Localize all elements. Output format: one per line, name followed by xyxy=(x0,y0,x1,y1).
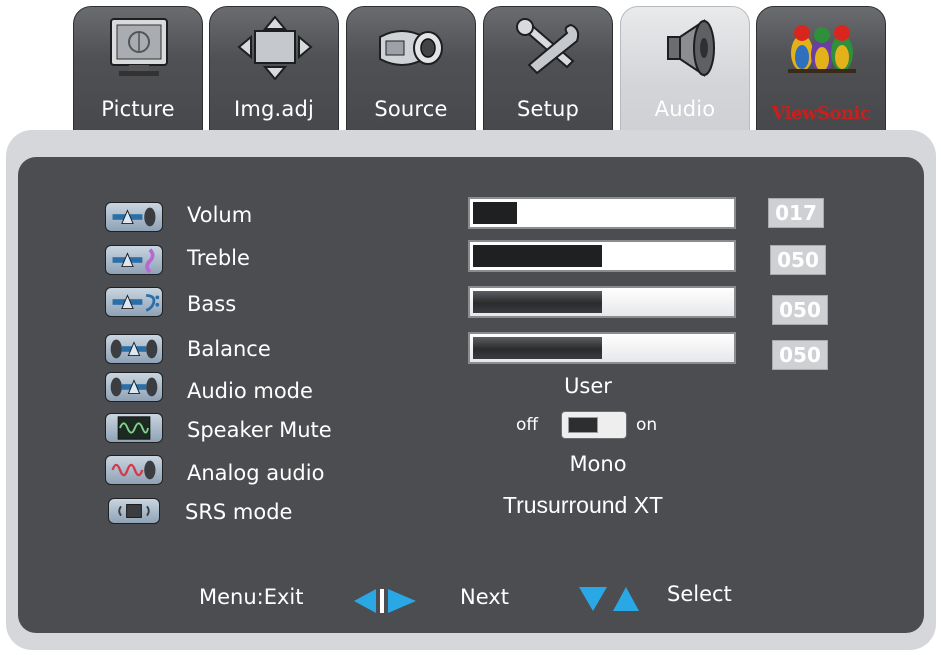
volume-label: Volum xyxy=(187,203,253,227)
balance-label: Balance xyxy=(187,337,271,361)
left-right-arrows-icon xyxy=(354,589,416,613)
volume-value: 017 xyxy=(768,198,824,228)
audio-mode-label: Audio mode xyxy=(187,379,313,403)
speaker-mute-label: Speaker Mute xyxy=(187,418,332,442)
treble-label: Treble xyxy=(187,246,250,270)
cable-plug-icon xyxy=(379,30,443,66)
toggle-knob xyxy=(568,417,598,433)
volume-icon xyxy=(105,202,163,232)
mute-on-label: on xyxy=(636,415,658,435)
bass-icon xyxy=(105,287,163,317)
bass-slider[interactable] xyxy=(468,286,736,318)
balance-slider-fill xyxy=(473,337,602,359)
bass-value: 050 xyxy=(772,295,828,325)
speaker-mute-toggle[interactable] xyxy=(561,411,627,439)
viewsonic-logo-tab: ViewSonic xyxy=(756,6,886,134)
tab-img-adj[interactable]: Img.adj xyxy=(209,6,339,134)
bass-slider-fill xyxy=(473,291,602,313)
tab-setup[interactable]: Setup xyxy=(483,6,613,134)
speaker-icon xyxy=(667,19,715,77)
viewsonic-wordmark: ViewSonic xyxy=(771,103,871,124)
tab-label: Img.adj xyxy=(233,97,315,121)
balance-icon xyxy=(105,334,163,364)
next-hint: Next xyxy=(460,585,509,609)
srs-mode-value[interactable]: Trusurround XT xyxy=(470,492,696,519)
tab-label: Picture xyxy=(101,97,175,121)
tab-label: Source xyxy=(374,97,448,121)
analog-audio-label: Analog audio xyxy=(187,461,325,485)
mute-off-label: off xyxy=(516,415,539,435)
balance-value: 050 xyxy=(772,340,828,370)
analog-audio-icon xyxy=(105,455,163,485)
analog-audio-value[interactable]: Mono xyxy=(500,452,696,476)
tab-source[interactable]: Source xyxy=(346,6,476,134)
monitor-icon xyxy=(110,18,168,76)
volume-slider-fill xyxy=(473,202,517,224)
treble-value: 050 xyxy=(770,245,826,275)
balance-slider[interactable] xyxy=(468,332,736,364)
tab-picture[interactable]: Picture xyxy=(73,6,203,134)
treble-slider[interactable] xyxy=(468,240,736,272)
arrows-move-icon xyxy=(237,15,313,81)
tab-label: Setup xyxy=(516,97,580,121)
tab-audio[interactable]: Audio xyxy=(620,6,750,134)
treble-slider-fill xyxy=(473,245,602,267)
select-hint: Select xyxy=(667,582,732,606)
wrench-tools-icon xyxy=(516,18,580,75)
srs-mode-icon xyxy=(108,498,160,524)
viewsonic-birds-logo xyxy=(788,25,856,73)
bass-label: Bass xyxy=(187,292,237,316)
srs-mode-label: SRS mode xyxy=(185,500,293,524)
speaker-mute-icon xyxy=(105,413,163,443)
up-down-arrows-icon xyxy=(579,587,639,611)
audio-mode-value[interactable]: User xyxy=(500,374,676,398)
tab-label: Audio xyxy=(654,97,716,121)
treble-icon xyxy=(105,245,163,275)
volume-slider[interactable] xyxy=(468,197,736,229)
menu-exit-hint: Menu:Exit xyxy=(199,585,304,609)
audio-mode-icon xyxy=(105,372,163,402)
